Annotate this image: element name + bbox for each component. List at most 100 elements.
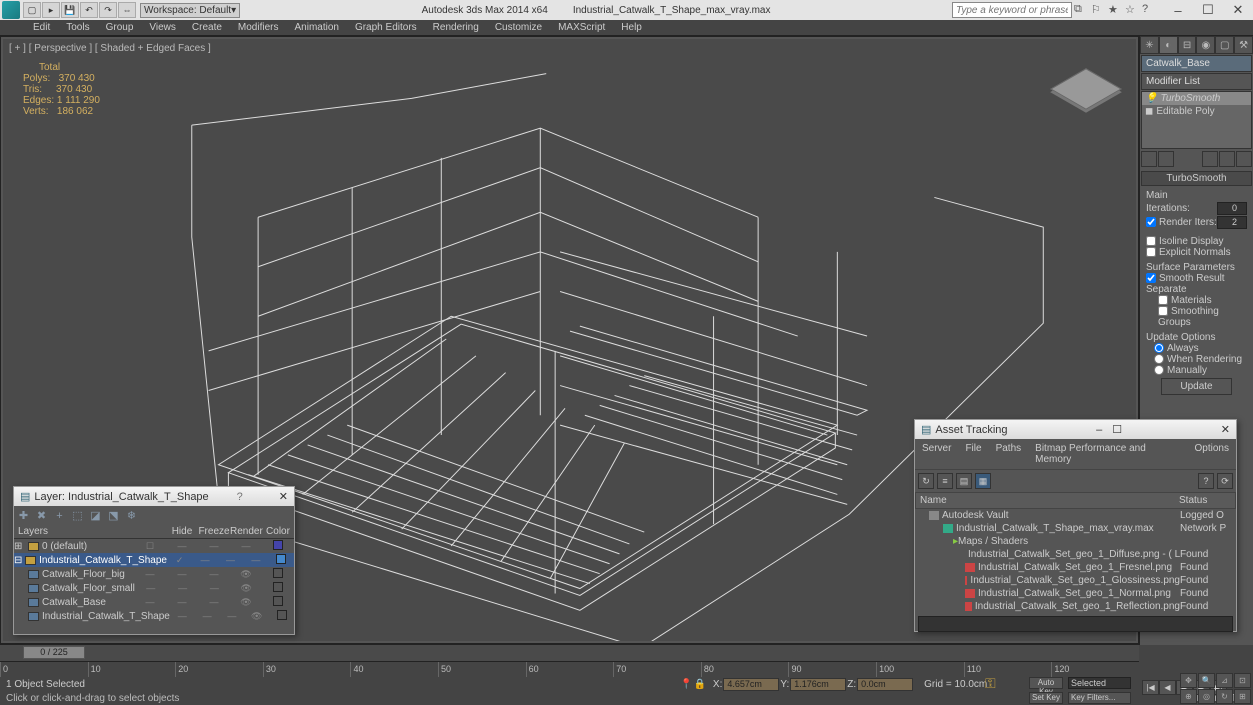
- asset-row[interactable]: Industrial_Catwalk_Set_geo_1_Normal.pngF…: [915, 587, 1236, 600]
- menu-edit[interactable]: Edit: [25, 21, 58, 34]
- layer-row-tshape[interactable]: Industrial_Catwalk_T_Shape———👁: [14, 609, 294, 623]
- menu-animation[interactable]: Animation: [286, 21, 346, 34]
- object-name-field[interactable]: Catwalk_Base: [1141, 55, 1252, 72]
- favorites-icon[interactable]: ☆: [1125, 3, 1139, 17]
- iterations-spinner[interactable]: 0: [1217, 202, 1247, 215]
- lock-icon[interactable]: 🔒: [693, 679, 705, 690]
- asset-menu-bpm[interactable]: Bitmap Performance and Memory: [1028, 441, 1187, 467]
- maximize-vp-icon[interactable]: ⊞: [1234, 689, 1251, 704]
- key-selection-dropdown[interactable]: Selected: [1068, 677, 1131, 689]
- asset-menu-server[interactable]: Server: [915, 441, 958, 467]
- layer-new-icon[interactable]: ✚: [16, 508, 31, 523]
- asset-sync-icon[interactable]: ⟳: [1217, 473, 1233, 489]
- time-slider-track[interactable]: 0 / 225: [0, 644, 1139, 661]
- show-end-icon[interactable]: [1158, 151, 1174, 167]
- new-icon[interactable]: ▢: [23, 2, 41, 18]
- asset-refresh-icon[interactable]: ↻: [918, 473, 934, 489]
- remove-mod-icon[interactable]: [1219, 151, 1235, 167]
- asset-close-icon[interactable]: ✕: [1221, 423, 1230, 436]
- exchange-icon[interactable]: ★: [1108, 3, 1122, 17]
- layer-select-icon[interactable]: ⬚: [70, 508, 85, 523]
- infocenter-icon[interactable]: ⧉: [1074, 3, 1088, 17]
- setkey-button[interactable]: Set Key: [1029, 692, 1063, 704]
- menu-rendering[interactable]: Rendering: [425, 21, 487, 34]
- cp-tab-create-icon[interactable]: ✳: [1140, 36, 1159, 54]
- render-iters-spinner[interactable]: 2: [1217, 216, 1247, 229]
- prev-frame-icon[interactable]: ◀: [1159, 680, 1176, 695]
- roll-icon[interactable]: ↻: [1216, 689, 1233, 704]
- layer-delete-icon[interactable]: ✖: [34, 508, 49, 523]
- key-filters-button[interactable]: Key Filters...: [1068, 692, 1131, 704]
- asset-view1-icon[interactable]: ≡: [937, 473, 953, 489]
- configure-icon[interactable]: [1236, 151, 1252, 167]
- layer-highlight-icon[interactable]: ◪: [88, 508, 103, 523]
- close-button[interactable]: ✕: [1223, 0, 1253, 20]
- stack-item-editable-poly[interactable]: ◼Editable Poly: [1142, 105, 1251, 118]
- workspace-selector[interactable]: Workspace: Default ▾: [140, 3, 240, 18]
- y-coord-input[interactable]: 1.176cm: [790, 678, 846, 691]
- menu-create[interactable]: Create: [184, 21, 230, 34]
- orbit-icon[interactable]: ⊕: [1180, 689, 1197, 704]
- layer-row-base[interactable]: Catwalk_Base———👁: [14, 595, 294, 609]
- menu-tools[interactable]: Tools: [58, 21, 97, 34]
- goto-start-icon[interactable]: |◀: [1142, 680, 1159, 695]
- cp-tab-motion-icon[interactable]: ◉: [1196, 36, 1215, 54]
- asset-menu-paths[interactable]: Paths: [989, 441, 1029, 467]
- menu-maxscript[interactable]: MAXScript: [550, 21, 613, 34]
- link-icon[interactable]: ⇔: [118, 2, 136, 18]
- layer-row-floor-big[interactable]: Catwalk_Floor_big———👁: [14, 567, 294, 581]
- asset-min-icon[interactable]: –: [1096, 424, 1102, 436]
- cp-tab-modify-icon[interactable]: ◐: [1159, 36, 1178, 54]
- modifier-list-dropdown[interactable]: Modifier List: [1141, 73, 1252, 90]
- asset-row[interactable]: Industrial_Catwalk_T_Shape_max_vray.maxN…: [915, 522, 1236, 535]
- asset-row[interactable]: Industrial_Catwalk_Set_geo_1_Glossiness.…: [915, 574, 1236, 587]
- pan-icon[interactable]: ✥: [1180, 673, 1197, 688]
- layer-add-icon[interactable]: +: [52, 508, 67, 523]
- sep-materials-check[interactable]: Materials: [1158, 295, 1212, 306]
- minimize-button[interactable]: –: [1163, 0, 1193, 20]
- zoom-icon[interactable]: 🔍: [1198, 673, 1215, 688]
- rollout-turbosmooth[interactable]: TurboSmooth: [1141, 171, 1252, 186]
- menu-modifiers[interactable]: Modifiers: [230, 21, 287, 34]
- update-always-radio[interactable]: Always: [1154, 343, 1199, 354]
- help-icon[interactable]: ?: [1142, 3, 1156, 17]
- asset-row[interactable]: Industrial_Catwalk_Set_geo_1_Fresnel.png…: [915, 561, 1236, 574]
- autokey-button[interactable]: Auto Key: [1029, 677, 1063, 689]
- update-manual-radio[interactable]: Manually: [1154, 365, 1207, 376]
- asset-dialog-titlebar[interactable]: ▤ Asset Tracking – ☐ ✕: [915, 420, 1236, 439]
- fov-icon[interactable]: ⊿: [1216, 673, 1233, 688]
- menu-views[interactable]: Views: [141, 21, 184, 34]
- dolly-icon[interactable]: ◎: [1198, 689, 1215, 704]
- layer-freeze-icon[interactable]: ❄: [124, 508, 139, 523]
- maximize-button[interactable]: ☐: [1193, 0, 1223, 20]
- layer-hide-icon[interactable]: ⬔: [106, 508, 121, 523]
- smooth-result-check[interactable]: Smooth Result: [1146, 273, 1225, 284]
- asset-status-field[interactable]: [918, 616, 1233, 632]
- sep-smoothing-check[interactable]: Smoothing Groups: [1158, 306, 1219, 328]
- isoline-check[interactable]: Isoline Display: [1146, 236, 1223, 247]
- layer-row-default[interactable]: ⊞0 (default)☐———: [14, 539, 294, 553]
- undo-icon[interactable]: ↶: [80, 2, 98, 18]
- menu-graph[interactable]: Graph Editors: [347, 21, 425, 34]
- signin-icon[interactable]: ⚐: [1091, 3, 1105, 17]
- layer-help-icon[interactable]: ?: [237, 491, 243, 503]
- asset-view2-icon[interactable]: ▤: [956, 473, 972, 489]
- pin-stack-icon[interactable]: [1141, 151, 1157, 167]
- asset-row[interactable]: Industrial_Catwalk_Set_geo_1_Diffuse.png…: [915, 548, 1236, 561]
- update-button[interactable]: Update: [1161, 378, 1231, 395]
- update-rendering-radio[interactable]: When Rendering: [1154, 354, 1242, 365]
- asset-row[interactable]: Industrial_Catwalk_Set_geo_1_Reflection.…: [915, 600, 1236, 613]
- asset-row[interactable]: Autodesk VaultLogged O: [915, 509, 1236, 522]
- asset-menu-options[interactable]: Options: [1188, 441, 1236, 467]
- layer-row-main[interactable]: ⊟Industrial_Catwalk_T_Shape✓———: [14, 553, 294, 567]
- time-ruler[interactable]: 01020 304050 607080 90100110 120: [0, 661, 1139, 677]
- z-coord-input[interactable]: 0.0cm: [857, 678, 913, 691]
- redo-icon[interactable]: ↷: [99, 2, 117, 18]
- cp-tab-utilities-icon[interactable]: ⚒: [1234, 36, 1253, 54]
- x-coord-input[interactable]: 4.657cm: [723, 678, 779, 691]
- asset-menu-file[interactable]: File: [958, 441, 988, 467]
- layer-close-icon[interactable]: ✕: [279, 490, 288, 503]
- asset-help-icon[interactable]: ?: [1198, 473, 1214, 489]
- time-slider[interactable]: 0 / 225: [23, 646, 85, 659]
- zoom-extents-icon[interactable]: ⊡: [1234, 673, 1251, 688]
